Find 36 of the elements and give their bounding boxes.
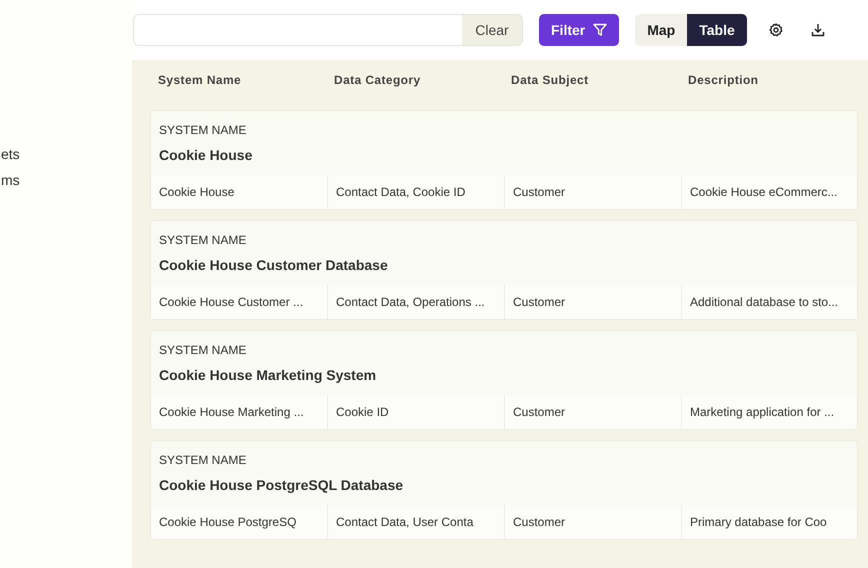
table-cell: Cookie ID bbox=[327, 395, 504, 429]
table-cell: Customer bbox=[504, 505, 681, 539]
view-toggle-button[interactable]: Map bbox=[635, 14, 688, 46]
table-cell: Primary database for Coo bbox=[681, 505, 859, 539]
table-cell-text: Cookie House PostgreSQ bbox=[158, 514, 298, 531]
table-cell-text: Cookie House Marketing ... bbox=[158, 404, 305, 421]
search-field[interactable]: Clear bbox=[133, 14, 523, 46]
funnel-icon bbox=[593, 23, 608, 37]
column-header[interactable]: Data Subject bbox=[503, 73, 680, 87]
column-header[interactable]: Description bbox=[680, 73, 858, 87]
column-header[interactable]: System Name bbox=[150, 73, 326, 87]
group-label: SYSTEM NAME bbox=[158, 452, 248, 467]
group-label: SYSTEM NAME bbox=[158, 122, 248, 137]
sidebar-item[interactable]: ms bbox=[1, 172, 132, 188]
filter-button[interactable]: Filter bbox=[539, 14, 620, 46]
system-title: Cookie House Customer Database bbox=[158, 256, 389, 275]
table-cell: Contact Data, User Conta bbox=[327, 505, 504, 539]
table-cell: Customer bbox=[504, 285, 681, 319]
table-cell-text: Cookie House bbox=[158, 184, 236, 201]
view-toggle-button[interactable]: Table bbox=[687, 14, 747, 46]
table-cell: Marketing application for ... bbox=[681, 395, 859, 429]
system-title: Cookie House Marketing System bbox=[158, 366, 378, 385]
table-cell: Customer bbox=[504, 175, 681, 209]
table-cell: Contact Data, Operations ... bbox=[327, 285, 504, 319]
table-cell: Cookie House eCommerc... bbox=[681, 175, 859, 209]
column-header[interactable]: Data Category bbox=[326, 73, 503, 87]
system-title: Cookie House bbox=[158, 146, 254, 165]
clear-button[interactable]: Clear bbox=[462, 15, 522, 45]
table-cell-text: Cookie House Customer ... bbox=[158, 294, 304, 311]
group-label: SYSTEM NAME bbox=[158, 232, 248, 247]
table-cell: Contact Data, Cookie ID bbox=[327, 175, 504, 209]
table-cell: Customer bbox=[504, 395, 681, 429]
table-cell: Additional database to sto... bbox=[681, 285, 859, 319]
system-title: Cookie House PostgreSQL Database bbox=[158, 476, 404, 495]
group-label: SYSTEM NAME bbox=[158, 342, 248, 357]
sidebar-item[interactable]: ets bbox=[1, 146, 132, 162]
